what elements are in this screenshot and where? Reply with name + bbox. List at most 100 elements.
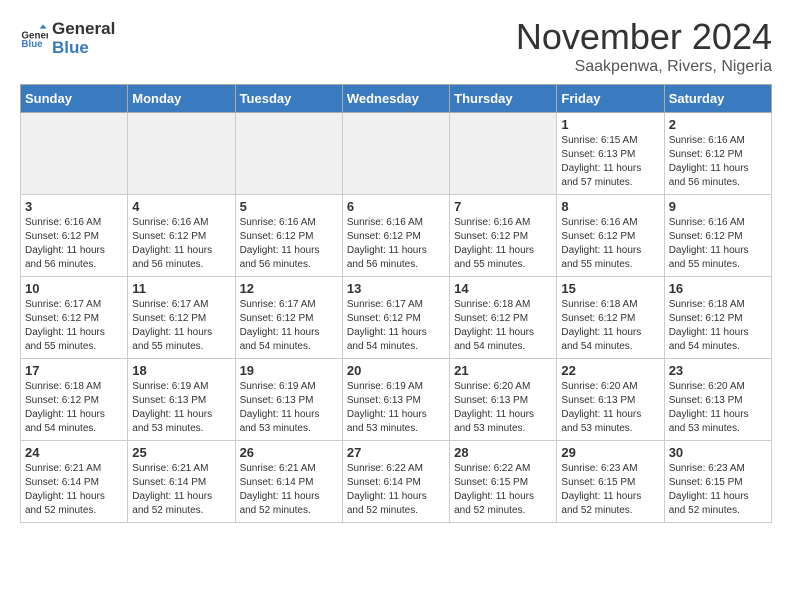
calendar-cell: 7 Sunrise: 6:16 AM Sunset: 6:12 PM Daylig… bbox=[450, 195, 557, 277]
cell-info: Sunrise: 6:17 AM Sunset: 6:12 PM Dayligh… bbox=[132, 298, 230, 354]
cell-info: Sunrise: 6:20 AM Sunset: 6:13 PM Dayligh… bbox=[561, 380, 659, 436]
day-header-friday: Friday bbox=[557, 85, 664, 113]
logo-icon: General Blue bbox=[20, 23, 48, 51]
day-number: 7 bbox=[454, 199, 552, 214]
day-number: 15 bbox=[561, 281, 659, 296]
calendar-cell: 1 Sunrise: 6:15 AM Sunset: 6:13 PM Daylig… bbox=[557, 113, 664, 195]
calendar-cell: 4Sunrise: 6:16 AM Sunset: 6:12 PM Daylig… bbox=[128, 195, 235, 277]
calendar-cell: 18Sunrise: 6:19 AM Sunset: 6:13 PM Dayli… bbox=[128, 359, 235, 441]
calendar-row: 3 Sunrise: 6:16 AM Sunset: 6:12 PM Daylig… bbox=[21, 195, 772, 277]
calendar-cell: 6 Sunrise: 6:16 AM Sunset: 6:12 PM Daylig… bbox=[342, 195, 449, 277]
day-header-wednesday: Wednesday bbox=[342, 85, 449, 113]
calendar-cell: 8Sunrise: 6:16 AM Sunset: 6:12 PM Daylig… bbox=[557, 195, 664, 277]
day-number: 2 bbox=[669, 117, 767, 132]
day-header-saturday: Saturday bbox=[664, 85, 771, 113]
calendar-cell: 22 Sunrise: 6:20 AM Sunset: 6:13 PM Dayli… bbox=[557, 359, 664, 441]
day-number: 25 bbox=[132, 445, 230, 460]
calendar-cell: 21 Sunrise: 6:20 AM Sunset: 6:13 PM Dayli… bbox=[450, 359, 557, 441]
day-number: 12 bbox=[240, 281, 338, 296]
day-number: 26 bbox=[240, 445, 338, 460]
day-number: 27 bbox=[347, 445, 445, 460]
day-number: 30 bbox=[669, 445, 767, 460]
cell-info: Sunrise: 6:15 AM Sunset: 6:13 PM Dayligh… bbox=[561, 134, 659, 190]
calendar-cell: 14 Sunrise: 6:18 AM Sunset: 6:12 PM Dayli… bbox=[450, 277, 557, 359]
calendar-cell: 5Sunrise: 6:16 AM Sunset: 6:12 PM Daylig… bbox=[235, 195, 342, 277]
calendar-cell: 27 Sunrise: 6:22 AM Sunset: 6:14 PM Dayli… bbox=[342, 441, 449, 523]
day-number: 6 bbox=[347, 199, 445, 214]
calendar-cell: 23 Sunrise: 6:20 AM Sunset: 6:13 PM Dayli… bbox=[664, 359, 771, 441]
day-number: 29 bbox=[561, 445, 659, 460]
day-header-monday: Monday bbox=[128, 85, 235, 113]
calendar-row: 1 Sunrise: 6:15 AM Sunset: 6:13 PM Daylig… bbox=[21, 113, 772, 195]
calendar-title: November 2024 bbox=[516, 16, 772, 58]
logo-line2: Blue bbox=[52, 39, 115, 58]
day-number: 16 bbox=[669, 281, 767, 296]
calendar-table: SundayMondayTuesdayWednesdayThursdayFrid… bbox=[20, 84, 772, 523]
cell-info: Sunrise: 6:16 AM Sunset: 6:12 PM Dayligh… bbox=[669, 216, 767, 272]
cell-info: Sunrise: 6:18 AM Sunset: 6:12 PM Dayligh… bbox=[25, 380, 123, 436]
calendar-cell: 25Sunrise: 6:21 AM Sunset: 6:14 PM Dayli… bbox=[128, 441, 235, 523]
svg-text:Blue: Blue bbox=[21, 38, 43, 49]
calendar-cell: 3Sunrise: 6:16 AM Sunset: 6:12 PM Daylig… bbox=[21, 195, 128, 277]
title-block: November 2024 Saakpenwa, Rivers, Nigeria bbox=[516, 16, 772, 76]
calendar-cell: 30Sunrise: 6:23 AM Sunset: 6:15 PM Dayli… bbox=[664, 441, 771, 523]
cell-info: Sunrise: 6:18 AM Sunset: 6:12 PM Dayligh… bbox=[669, 298, 767, 354]
calendar-cell bbox=[450, 113, 557, 195]
calendar-row: 17 Sunrise: 6:18 AM Sunset: 6:12 PM Dayli… bbox=[21, 359, 772, 441]
calendar-cell: 19 Sunrise: 6:19 AM Sunset: 6:13 PM Dayli… bbox=[235, 359, 342, 441]
cell-info: Sunrise: 6:17 AM Sunset: 6:12 PM Dayligh… bbox=[347, 298, 445, 354]
cell-info: Sunrise: 6:19 AM Sunset: 6:13 PM Dayligh… bbox=[132, 380, 230, 436]
calendar-cell: 16 Sunrise: 6:18 AM Sunset: 6:12 PM Dayli… bbox=[664, 277, 771, 359]
cell-info: Sunrise: 6:19 AM Sunset: 6:13 PM Dayligh… bbox=[240, 380, 338, 436]
day-number: 13 bbox=[347, 281, 445, 296]
day-number: 21 bbox=[454, 363, 552, 378]
cell-info: Sunrise: 6:20 AM Sunset: 6:13 PM Dayligh… bbox=[454, 380, 552, 436]
cell-info: Sunrise: 6:16 AM Sunset: 6:12 PM Dayligh… bbox=[454, 216, 552, 272]
cell-info: Sunrise: 6:18 AM Sunset: 6:12 PM Dayligh… bbox=[561, 298, 659, 354]
cell-info: Sunrise: 6:17 AM Sunset: 6:12 PM Dayligh… bbox=[240, 298, 338, 354]
day-number: 24 bbox=[25, 445, 123, 460]
cell-info: Sunrise: 6:19 AM Sunset: 6:13 PM Dayligh… bbox=[347, 380, 445, 436]
day-number: 8 bbox=[561, 199, 659, 214]
calendar-cell: 12 Sunrise: 6:17 AM Sunset: 6:12 PM Dayli… bbox=[235, 277, 342, 359]
day-number: 4 bbox=[132, 199, 230, 214]
calendar-container: General Blue General Blue November 2024 … bbox=[0, 0, 792, 539]
day-number: 14 bbox=[454, 281, 552, 296]
day-header-thursday: Thursday bbox=[450, 85, 557, 113]
day-number: 17 bbox=[25, 363, 123, 378]
calendar-cell bbox=[128, 113, 235, 195]
calendar-cell: 10Sunrise: 6:17 AM Sunset: 6:12 PM Dayli… bbox=[21, 277, 128, 359]
calendar-cell: 13 Sunrise: 6:17 AM Sunset: 6:12 PM Dayli… bbox=[342, 277, 449, 359]
cell-info: Sunrise: 6:17 AM Sunset: 6:12 PM Dayligh… bbox=[25, 298, 123, 354]
calendar-cell: 17 Sunrise: 6:18 AM Sunset: 6:12 PM Dayli… bbox=[21, 359, 128, 441]
day-number: 28 bbox=[454, 445, 552, 460]
calendar-row: 24 Sunrise: 6:21 AM Sunset: 6:14 PM Dayli… bbox=[21, 441, 772, 523]
calendar-cell: 20Sunrise: 6:19 AM Sunset: 6:13 PM Dayli… bbox=[342, 359, 449, 441]
cell-info: Sunrise: 6:20 AM Sunset: 6:13 PM Dayligh… bbox=[669, 380, 767, 436]
logo-line1: General bbox=[52, 20, 115, 39]
calendar-cell: 28 Sunrise: 6:22 AM Sunset: 6:15 PM Dayli… bbox=[450, 441, 557, 523]
cell-info: Sunrise: 6:22 AM Sunset: 6:15 PM Dayligh… bbox=[454, 462, 552, 518]
cell-info: Sunrise: 6:16 AM Sunset: 6:12 PM Dayligh… bbox=[669, 134, 767, 190]
day-header-tuesday: Tuesday bbox=[235, 85, 342, 113]
cell-info: Sunrise: 6:23 AM Sunset: 6:15 PM Dayligh… bbox=[561, 462, 659, 518]
calendar-cell: 24Sunrise: 6:21 AM Sunset: 6:14 PM Dayli… bbox=[21, 441, 128, 523]
day-number: 22 bbox=[561, 363, 659, 378]
calendar-cell: 29 Sunrise: 6:23 AM Sunset: 6:15 PM Dayli… bbox=[557, 441, 664, 523]
day-number: 19 bbox=[240, 363, 338, 378]
calendar-cell: 2 Sunrise: 6:16 AM Sunset: 6:12 PM Daylig… bbox=[664, 113, 771, 195]
day-number: 23 bbox=[669, 363, 767, 378]
day-number: 1 bbox=[561, 117, 659, 132]
calendar-cell bbox=[342, 113, 449, 195]
calendar-cell: 26 Sunrise: 6:21 AM Sunset: 6:14 PM Dayli… bbox=[235, 441, 342, 523]
cell-info: Sunrise: 6:16 AM Sunset: 6:12 PM Dayligh… bbox=[347, 216, 445, 272]
day-number: 3 bbox=[25, 199, 123, 214]
calendar-cell: 15 Sunrise: 6:18 AM Sunset: 6:12 PM Dayli… bbox=[557, 277, 664, 359]
calendar-row: 10Sunrise: 6:17 AM Sunset: 6:12 PM Dayli… bbox=[21, 277, 772, 359]
cell-info: Sunrise: 6:18 AM Sunset: 6:12 PM Dayligh… bbox=[454, 298, 552, 354]
cell-info: Sunrise: 6:21 AM Sunset: 6:14 PM Dayligh… bbox=[240, 462, 338, 518]
day-number: 5 bbox=[240, 199, 338, 214]
cell-info: Sunrise: 6:22 AM Sunset: 6:14 PM Dayligh… bbox=[347, 462, 445, 518]
calendar-cell: 9Sunrise: 6:16 AM Sunset: 6:12 PM Daylig… bbox=[664, 195, 771, 277]
header-row: SundayMondayTuesdayWednesdayThursdayFrid… bbox=[21, 85, 772, 113]
